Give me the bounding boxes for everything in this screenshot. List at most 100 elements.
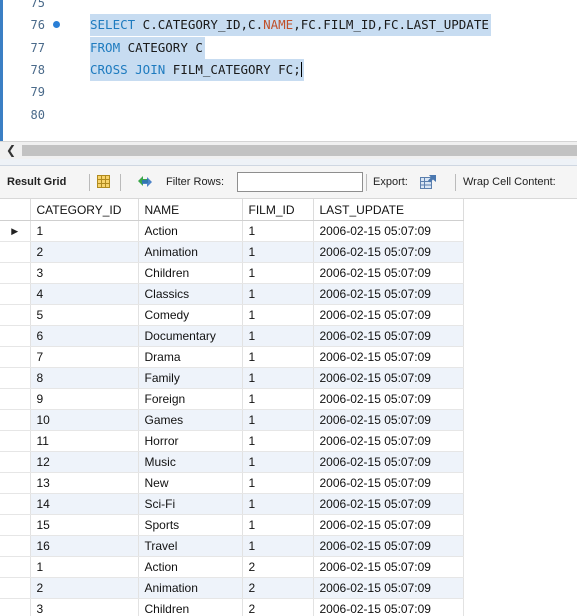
table-row[interactable]: 3 Children 1 2006-02-15 05:07:09 xyxy=(0,262,464,284)
table-cell[interactable]: 3 xyxy=(30,262,139,284)
table-cell[interactable]: Foreign xyxy=(138,388,243,410)
table-cell[interactable]: 2006-02-15 05:07:09 xyxy=(313,535,464,557)
table-row[interactable]: 2 Animation 1 2006-02-15 05:07:09 xyxy=(0,241,464,263)
table-cell[interactable]: 1 xyxy=(242,388,314,410)
row-header[interactable] xyxy=(0,388,31,410)
table-row[interactable]: 2 Animation 2 2006-02-15 05:07:09 xyxy=(0,577,464,599)
table-cell[interactable]: 5 xyxy=(30,304,139,326)
table-cell[interactable]: 2 xyxy=(242,556,314,578)
table-cell[interactable]: 2006-02-15 05:07:09 xyxy=(313,304,464,326)
code-line[interactable]: 79 xyxy=(3,81,577,103)
grid-layout-icon[interactable] xyxy=(97,175,110,188)
table-row[interactable]: ▶ 1 Action 1 2006-02-15 05:07:09 xyxy=(0,220,464,242)
row-header[interactable] xyxy=(0,325,31,347)
table-cell[interactable]: Classics xyxy=(138,283,243,305)
table-row[interactable]: 5 Comedy 1 2006-02-15 05:07:09 xyxy=(0,304,464,326)
table-cell[interactable]: 2 xyxy=(242,598,314,616)
row-header[interactable] xyxy=(0,472,31,494)
table-cell[interactable]: 1 xyxy=(242,430,314,452)
table-cell[interactable]: Children xyxy=(138,598,243,616)
table-cell[interactable]: 2006-02-15 05:07:09 xyxy=(313,325,464,347)
result-grid[interactable]: CATEGORY_ID NAME FILM_ID LAST_UPDATE ▶ 1 A… xyxy=(0,199,577,616)
table-cell[interactable]: 8 xyxy=(30,367,139,389)
panel-splitter[interactable] xyxy=(0,159,577,166)
row-header[interactable] xyxy=(0,346,31,368)
table-cell[interactable]: 2006-02-15 05:07:09 xyxy=(313,283,464,305)
export-grid-icon[interactable] xyxy=(420,174,437,190)
row-header[interactable] xyxy=(0,367,31,389)
table-row[interactable]: 6 Documentary 1 2006-02-15 05:07:09 xyxy=(0,325,464,347)
table-cell[interactable]: 1 xyxy=(242,262,314,284)
table-cell[interactable]: 1 xyxy=(242,535,314,557)
table-row[interactable]: 16 Travel 1 2006-02-15 05:07:09 xyxy=(0,535,464,557)
table-cell[interactable]: 1 xyxy=(242,367,314,389)
table-cell[interactable]: 1 xyxy=(242,451,314,473)
code-line[interactable]: 75 xyxy=(3,0,577,14)
table-row[interactable]: 10 Games 1 2006-02-15 05:07:09 xyxy=(0,409,464,431)
table-row[interactable]: 1 Action 2 2006-02-15 05:07:09 xyxy=(0,556,464,578)
row-header[interactable] xyxy=(0,430,31,452)
table-row[interactable]: 13 New 1 2006-02-15 05:07:09 xyxy=(0,472,464,494)
table-cell[interactable]: Games xyxy=(138,409,243,431)
code-line[interactable]: 78 CROSS JOIN FILM_CATEGORY FC; xyxy=(3,58,577,81)
column-header[interactable]: NAME xyxy=(138,199,243,221)
table-cell[interactable]: 2006-02-15 05:07:09 xyxy=(313,556,464,578)
table-cell[interactable]: 2006-02-15 05:07:09 xyxy=(313,409,464,431)
table-cell[interactable]: 14 xyxy=(30,493,139,515)
table-cell[interactable]: 1 xyxy=(242,283,314,305)
table-cell[interactable]: Sci-Fi xyxy=(138,493,243,515)
table-cell[interactable]: 2006-02-15 05:07:09 xyxy=(313,514,464,536)
table-cell[interactable]: Animation xyxy=(138,241,243,263)
table-cell[interactable]: Children xyxy=(138,262,243,284)
table-cell[interactable]: Drama xyxy=(138,346,243,368)
table-cell[interactable]: 7 xyxy=(30,346,139,368)
table-cell[interactable]: 2006-02-15 05:07:09 xyxy=(313,598,464,616)
table-row[interactable]: 12 Music 1 2006-02-15 05:07:09 xyxy=(0,451,464,473)
table-cell[interactable]: 2 xyxy=(30,577,139,599)
table-cell[interactable]: 2006-02-15 05:07:09 xyxy=(313,367,464,389)
table-cell[interactable]: 1 xyxy=(242,346,314,368)
table-cell[interactable]: 2006-02-15 05:07:09 xyxy=(313,577,464,599)
table-cell[interactable]: 1 xyxy=(242,493,314,515)
row-header[interactable] xyxy=(0,514,31,536)
row-header[interactable] xyxy=(0,262,31,284)
code-line[interactable]: 80 xyxy=(3,104,577,126)
row-header[interactable] xyxy=(0,283,31,305)
code-line[interactable]: 77 FROM CATEGORY C xyxy=(3,36,577,59)
table-cell[interactable]: 1 xyxy=(242,304,314,326)
table-cell[interactable]: 2006-02-15 05:07:09 xyxy=(313,493,464,515)
table-cell[interactable]: Action xyxy=(138,220,243,242)
scrollbar-thumb[interactable] xyxy=(22,145,577,156)
refresh-filter-icon[interactable] xyxy=(136,175,154,188)
table-cell[interactable]: 11 xyxy=(30,430,139,452)
table-cell[interactable]: 12 xyxy=(30,451,139,473)
table-cell[interactable]: Action xyxy=(138,556,243,578)
table-cell[interactable]: 1 xyxy=(30,556,139,578)
table-cell[interactable]: 1 xyxy=(242,514,314,536)
row-header[interactable] xyxy=(0,598,31,616)
table-cell[interactable]: Comedy xyxy=(138,304,243,326)
column-header[interactable]: CATEGORY_ID xyxy=(30,199,139,221)
table-row[interactable]: 14 Sci-Fi 1 2006-02-15 05:07:09 xyxy=(0,493,464,515)
row-header[interactable] xyxy=(0,535,31,557)
table-row[interactable]: 15 Sports 1 2006-02-15 05:07:09 xyxy=(0,514,464,536)
table-cell[interactable]: 2006-02-15 05:07:09 xyxy=(313,430,464,452)
table-cell[interactable]: Family xyxy=(138,367,243,389)
table-cell[interactable]: 1 xyxy=(242,325,314,347)
filter-rows-input[interactable] xyxy=(237,172,363,192)
row-header[interactable] xyxy=(0,241,31,263)
row-header[interactable] xyxy=(0,577,31,599)
table-row[interactable]: 3 Children 2 2006-02-15 05:07:09 xyxy=(0,598,464,616)
row-header[interactable] xyxy=(0,451,31,473)
table-cell[interactable]: 1 xyxy=(242,409,314,431)
editor-horizontal-scrollbar[interactable]: ❮ xyxy=(0,141,577,159)
table-cell[interactable]: 1 xyxy=(242,241,314,263)
code-line[interactable]: 76 SELECT C.CATEGORY_ID,C.NAME,FC.FILM_ID… xyxy=(3,14,577,37)
table-cell[interactable]: 2006-02-15 05:07:09 xyxy=(313,241,464,263)
table-cell[interactable]: Sports xyxy=(138,514,243,536)
table-cell[interactable]: 2 xyxy=(30,241,139,263)
table-cell[interactable]: 1 xyxy=(242,220,314,242)
sql-code-text[interactable]: SELECT C.CATEGORY_ID,C.NAME,FC.FILM_ID,F… xyxy=(90,14,491,37)
table-cell[interactable]: 2006-02-15 05:07:09 xyxy=(313,472,464,494)
table-row[interactable]: 7 Drama 1 2006-02-15 05:07:09 xyxy=(0,346,464,368)
